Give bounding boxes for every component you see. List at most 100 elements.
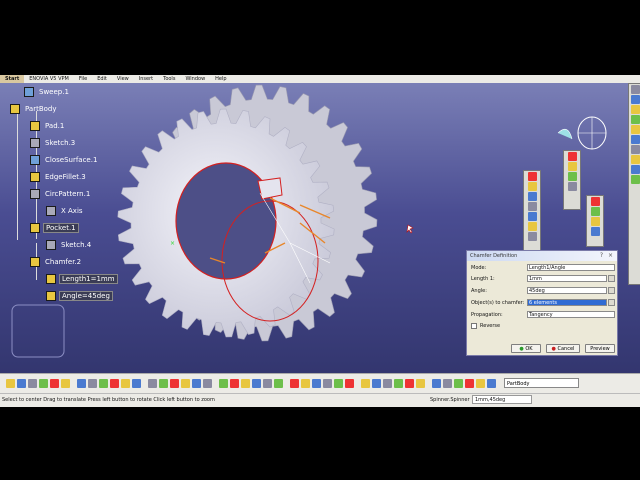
objects-list-icon[interactable]: [608, 299, 615, 306]
toolbar-icon[interactable]: [372, 379, 381, 388]
toolbar-icon[interactable]: [39, 379, 48, 388]
tree-item-pad[interactable]: Pad.1: [30, 119, 66, 133]
toolbar-icon[interactable]: [263, 379, 272, 388]
toolbar-icon[interactable]: [290, 379, 299, 388]
menu-start[interactable]: Start: [0, 75, 25, 83]
body-selector[interactable]: PartBody: [504, 378, 579, 388]
toolbar-icon[interactable]: [192, 379, 201, 388]
propagation-select[interactable]: Tangency: [527, 311, 615, 318]
toolbar-icon[interactable]: [181, 379, 190, 388]
toolbar-icon[interactable]: [345, 379, 354, 388]
toolbar-icon[interactable]: [17, 379, 26, 388]
toolbar-icon[interactable]: [50, 379, 59, 388]
toolbar-icon[interactable]: [252, 379, 261, 388]
tool-icon[interactable]: [630, 155, 640, 164]
reverse-checkbox[interactable]: [471, 323, 477, 329]
toolbar-icon[interactable]: [148, 379, 157, 388]
tree-item-edgefillet[interactable]: EdgeFillet.3: [30, 170, 88, 184]
toolbar-icon[interactable]: [394, 379, 403, 388]
toolbar-icon[interactable]: [334, 379, 343, 388]
toolbar-icon[interactable]: [465, 379, 474, 388]
tree-item-length[interactable]: Length1=1mm: [46, 272, 118, 286]
help-icon[interactable]: ?: [600, 251, 603, 261]
toolbar-icon[interactable]: [274, 379, 283, 388]
tool-icon[interactable]: [527, 232, 537, 241]
tool-icon[interactable]: [630, 165, 640, 174]
length-spinner[interactable]: [608, 275, 615, 282]
tree-item-sketch3[interactable]: Sketch.3: [30, 136, 77, 150]
tool-icon[interactable]: [567, 162, 577, 171]
menu-tools[interactable]: Tools: [158, 75, 180, 83]
menu-window[interactable]: Window: [180, 75, 210, 83]
tree-item-sweep[interactable]: Sweep.1: [24, 85, 71, 99]
ok-button[interactable]: ● OK: [511, 344, 541, 353]
tool-icon[interactable]: [630, 95, 640, 104]
toolbar-icon[interactable]: [454, 379, 463, 388]
toolbar-icon[interactable]: [323, 379, 332, 388]
toolbar-icon[interactable]: [405, 379, 414, 388]
tool-icon[interactable]: [630, 85, 640, 94]
tree-item-circpattern[interactable]: CircPattern.1: [30, 187, 92, 201]
tree-item-partbody[interactable]: PartBody: [10, 102, 59, 116]
menu-insert[interactable]: Insert: [134, 75, 158, 83]
tool-icon[interactable]: [630, 115, 640, 124]
toolbar-icon[interactable]: [416, 379, 425, 388]
tool-icon[interactable]: [590, 227, 600, 236]
tool-icon[interactable]: [590, 207, 600, 216]
toolbar-icon[interactable]: [61, 379, 70, 388]
toolbar-icon[interactable]: [230, 379, 239, 388]
toolbar-icon[interactable]: [241, 379, 250, 388]
toolbar-icon[interactable]: [219, 379, 228, 388]
toolbar-icon[interactable]: [312, 379, 321, 388]
menu-enovia[interactable]: ENOVIA V5 VPM: [24, 75, 74, 83]
tool-icon[interactable]: [527, 182, 537, 191]
close-icon[interactable]: [590, 197, 600, 206]
angle-input[interactable]: 45deg: [527, 287, 607, 294]
toolbar-icon[interactable]: [110, 379, 119, 388]
tree-item-sketch4[interactable]: Sketch.4: [46, 238, 93, 252]
tool-icon[interactable]: [630, 145, 640, 154]
tool-icon[interactable]: [630, 125, 640, 134]
tree-item-closesurface[interactable]: CloseSurface.1: [30, 153, 99, 167]
tree-item-xaxis[interactable]: X Axis: [46, 204, 85, 218]
toolbar-icon[interactable]: [476, 379, 485, 388]
tool-icon[interactable]: [527, 192, 537, 201]
tool-icon[interactable]: [567, 182, 577, 191]
toolbar-icon[interactable]: [170, 379, 179, 388]
tree-item-pocket[interactable]: Pocket.1: [30, 221, 79, 235]
toolbar-icon[interactable]: [6, 379, 15, 388]
close-icon[interactable]: [567, 152, 577, 161]
close-icon[interactable]: ×: [608, 251, 613, 261]
3d-viewport[interactable]: × Sweep.1 PartBody Pad.1 Sketch.3 CloseS…: [0, 83, 640, 373]
toolbar-icon[interactable]: [28, 379, 37, 388]
tree-item-angle[interactable]: Angle=45deg: [46, 289, 113, 303]
toolbar-icon[interactable]: [77, 379, 86, 388]
compass-icon[interactable]: [557, 116, 607, 150]
tool-icon[interactable]: [527, 212, 537, 221]
cancel-button[interactable]: ● Cancel: [546, 344, 580, 353]
toolbar-icon[interactable]: [132, 379, 141, 388]
tool-icon[interactable]: [630, 135, 640, 144]
menu-view[interactable]: View: [112, 75, 134, 83]
toolbar-icon[interactable]: [443, 379, 452, 388]
toolbar-icon[interactable]: [203, 379, 212, 388]
tool-icon[interactable]: [590, 217, 600, 226]
toolbar-icon[interactable]: [301, 379, 310, 388]
close-icon[interactable]: [527, 172, 537, 181]
tool-icon[interactable]: [567, 172, 577, 181]
tool-icon[interactable]: [527, 222, 537, 231]
tree-item-chamfer[interactable]: Chamfer.2: [30, 255, 83, 269]
toolbar-icon[interactable]: [88, 379, 97, 388]
toolbar-icon[interactable]: [383, 379, 392, 388]
menu-edit[interactable]: Edit: [92, 75, 112, 83]
command-input[interactable]: 1mm,45deg: [472, 395, 532, 404]
toolbar-icon[interactable]: [121, 379, 130, 388]
menu-file[interactable]: File: [74, 75, 92, 83]
preview-button[interactable]: Preview: [585, 344, 615, 353]
tool-icon[interactable]: [527, 202, 537, 211]
objects-input[interactable]: 6 elements: [527, 299, 607, 306]
toolbar-icon[interactable]: [99, 379, 108, 388]
menu-help[interactable]: Help: [210, 75, 231, 83]
toolbar-icon[interactable]: [487, 379, 496, 388]
tool-icon[interactable]: [630, 175, 640, 184]
